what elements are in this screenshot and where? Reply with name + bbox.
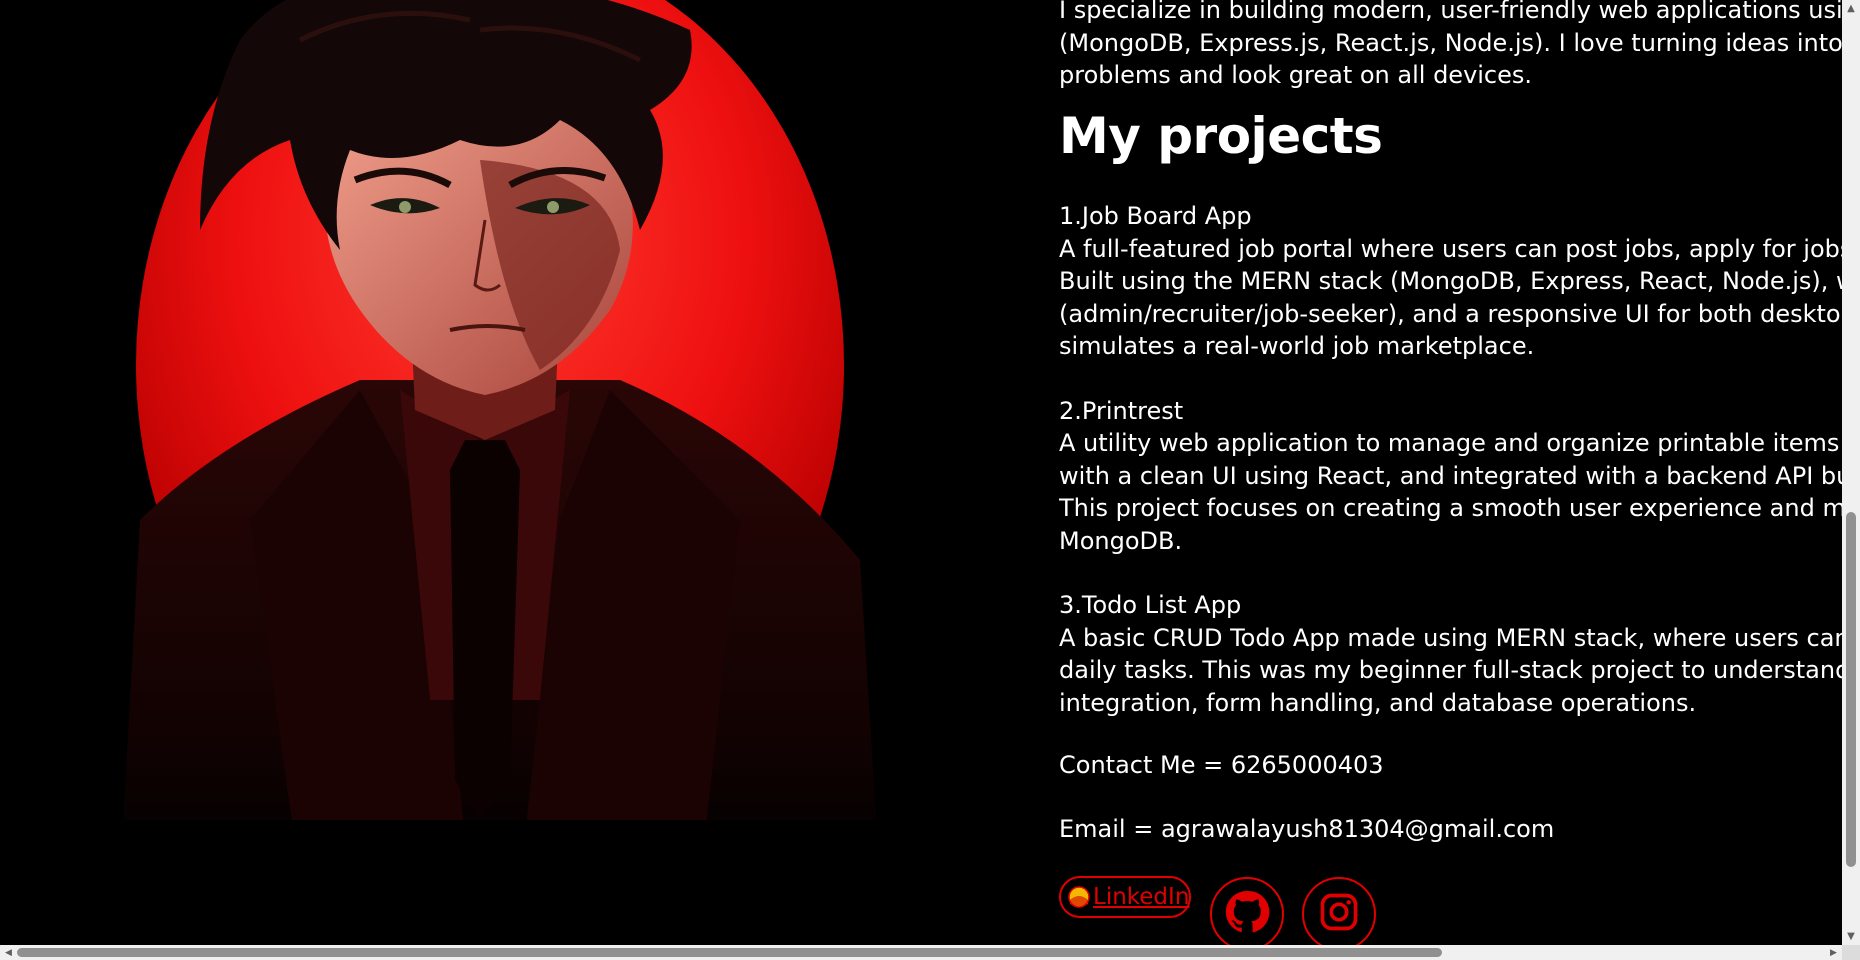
vertical-scroll-thumb[interactable] xyxy=(1846,512,1856,867)
projects-heading: My projects xyxy=(1059,107,1383,165)
scroll-left-arrow-icon[interactable]: ◀ xyxy=(0,945,17,960)
horizontal-scrollbar[interactable]: ◀ ▶ xyxy=(0,945,1860,960)
intro-paragraph: I specialize in building modern, user-fr… xyxy=(1059,0,1842,92)
project-item: 1.Job Board App A full-featured job port… xyxy=(1059,200,1842,363)
horizontal-scroll-thumb[interactable] xyxy=(17,948,1442,957)
project-description-line: A full-featured job portal where users c… xyxy=(1059,234,1842,263)
intro-line: problems and look great on all devices. xyxy=(1059,61,1533,89)
linkedin-icon xyxy=(1067,885,1091,909)
project-title: 1.Job Board App xyxy=(1059,202,1252,230)
scroll-down-arrow-icon[interactable]: ▼ xyxy=(1842,928,1860,945)
about-content: I specialize in building modern, user-fr… xyxy=(1059,0,1842,945)
project-description-line: Built using the MERN stack (MongoDB, Exp… xyxy=(1059,267,1842,295)
project-description-line: integration, form handling, and database… xyxy=(1059,688,1697,717)
project-item: 3.Todo List App A basic CRUD Todo App ma… xyxy=(1059,589,1842,719)
project-description-line: This project focuses on creating a smoot… xyxy=(1059,494,1842,522)
project-description-line: A basic CRUD Todo App made using MERN st… xyxy=(1059,623,1842,652)
project-description-line: (admin/recruiter/job-seeker), and a resp… xyxy=(1059,299,1842,328)
scroll-up-arrow-icon[interactable]: ▲ xyxy=(1842,0,1860,17)
contact-email: Email = agrawalayush81304@gmail.com xyxy=(1059,815,1555,843)
instagram-button[interactable] xyxy=(1302,877,1376,945)
project-description-line: daily tasks. This was my beginner full-s… xyxy=(1059,656,1842,684)
project-description-line: MongoDB. xyxy=(1059,526,1183,555)
project-description-line: with a clean UI using React, and integra… xyxy=(1059,461,1842,490)
github-button[interactable] xyxy=(1210,877,1284,945)
github-icon xyxy=(1223,888,1271,940)
project-title: 2.Printrest xyxy=(1059,396,1184,425)
scrollbar-corner xyxy=(1842,945,1860,960)
intro-line: I specialize in building modern, user-fr… xyxy=(1059,0,1842,24)
linkedin-button[interactable]: LinkedIn xyxy=(1059,876,1191,918)
project-title: 3.Todo List App xyxy=(1059,591,1242,619)
project-description-line: simulates a real-world job marketplace. xyxy=(1059,332,1535,360)
project-item: 2.Printrest A utility web application to… xyxy=(1059,395,1842,558)
linkedin-label: LinkedIn xyxy=(1093,884,1190,910)
intro-line: (MongoDB, Express.js, React.js, Node.js)… xyxy=(1059,28,1842,57)
projects-list: 1.Job Board App A full-featured job port… xyxy=(1059,200,1842,751)
vertical-scrollbar[interactable]: ▲ ▼ xyxy=(1842,0,1860,945)
profile-portrait xyxy=(0,0,1000,945)
contact-phone: Contact Me = 6265000403 xyxy=(1059,751,1384,779)
instagram-icon xyxy=(1317,890,1361,938)
project-description-line: A utility web application to manage and … xyxy=(1059,429,1842,457)
scroll-right-arrow-icon[interactable]: ▶ xyxy=(1825,945,1842,960)
